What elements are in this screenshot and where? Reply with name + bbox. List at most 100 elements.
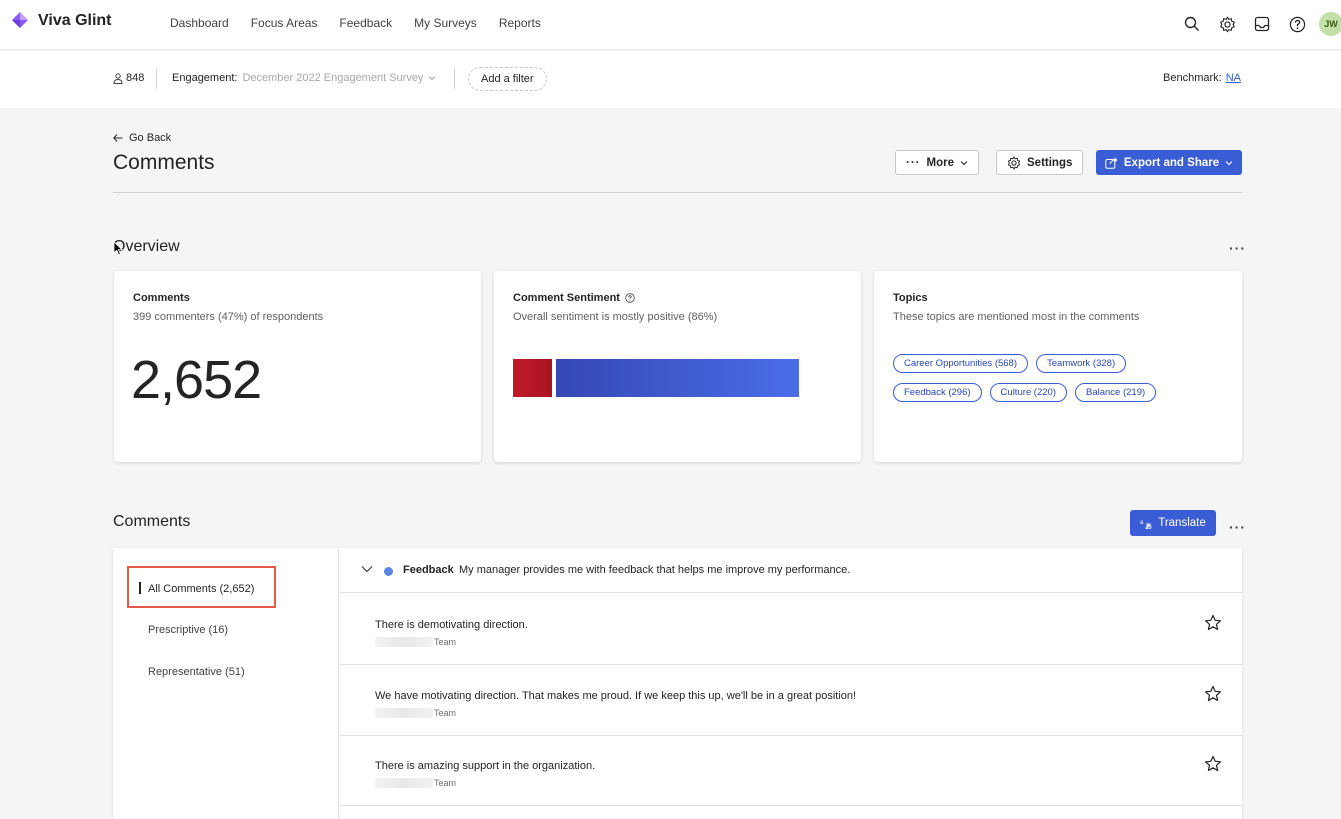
comment-item: There is demotivating direction. Team [340, 594, 1242, 665]
person-icon [113, 72, 123, 84]
sidebar-item-all-comments[interactable]: All Comments (2,652) [148, 583, 254, 595]
arrow-left-icon [113, 134, 123, 142]
top-nav: Viva Glint Dashboard Focus Areas Feedbac… [0, 0, 1341, 50]
topic-chip[interactable]: Teamwork (328) [1036, 354, 1127, 373]
star-icon[interactable] [1204, 614, 1222, 632]
topic-list: Career Opportunities (568) Teamwork (328… [893, 354, 1193, 402]
export-label: Export and Share [1123, 156, 1220, 169]
sidebar-item-representative[interactable]: Representative (51) [148, 666, 245, 678]
page-title: Comments [113, 151, 215, 174]
nav-dashboard[interactable]: Dashboard [170, 16, 229, 30]
redacted-name [375, 708, 433, 718]
chevron-down-icon[interactable] [361, 565, 373, 573]
benchmark-label: Benchmark: [1163, 72, 1222, 84]
question-category: Feedback [403, 564, 454, 576]
translate-icon: aあ [1140, 520, 1152, 529]
gear-icon[interactable] [1217, 14, 1237, 34]
comments-list: Feedback My manager provides me with fee… [340, 548, 1242, 819]
respondent-count-value: 848 [126, 72, 145, 84]
more-button[interactable]: ··· More [895, 150, 979, 175]
help-icon[interactable] [625, 293, 635, 303]
comment-meta: Team [375, 637, 456, 647]
comment-text: We have motivating direction. That makes… [375, 690, 857, 702]
overview-title: Overview [113, 238, 180, 255]
chevron-down-icon [1225, 160, 1233, 165]
comments-section-title: Comments [113, 513, 191, 530]
comments-panel: All Comments (2,652) Prescriptive (16) R… [113, 548, 1242, 819]
redacted-name [375, 637, 433, 647]
go-back-label: Go Back [129, 132, 172, 144]
card-title: Comments [133, 292, 190, 304]
avatar[interactable]: JW [1319, 12, 1341, 36]
comment-text: There is demotivating direction. [375, 619, 528, 631]
mouse-cursor-icon [113, 241, 123, 256]
nav-reports[interactable]: Reports [499, 16, 541, 30]
topic-chip[interactable]: Culture (220) [989, 383, 1067, 402]
card-subtitle: Overall sentiment is mostly positive (86… [513, 311, 718, 323]
nav-feedback[interactable]: Feedback [339, 16, 392, 30]
comment-item: There is amazing support in the organiza… [340, 735, 1242, 806]
respondent-count: 848 [113, 72, 144, 84]
gear-icon [1007, 156, 1021, 169]
sidebar-item-prescriptive[interactable]: Prescriptive (16) [148, 624, 228, 636]
positive-sentiment-segment[interactable] [556, 359, 799, 397]
filter-bar: 848 Engagement: December 2022 Engagement… [0, 51, 1341, 108]
comment-meta: Team [375, 708, 456, 718]
divider [156, 69, 157, 89]
topic-chip[interactable]: Career Opportunities (568) [893, 354, 1028, 373]
comments-total: 2,652 [131, 350, 262, 410]
export-and-share-button[interactable]: Export and Share [1096, 150, 1242, 175]
translate-label: Translate [1158, 517, 1206, 529]
engagement-label: Engagement: [172, 72, 238, 84]
comment-meta: Team [375, 778, 456, 788]
comment-sentiment-card: Comment Sentiment Overall sentiment is m… [494, 271, 861, 462]
redacted-name [375, 778, 433, 788]
chevron-down-icon [429, 76, 436, 81]
ellipsis-icon: ··· [906, 156, 921, 169]
topic-chip[interactable]: Balance (219) [1075, 383, 1157, 402]
comments-count-card: Comments 399 commenters (47%) of respond… [114, 271, 481, 462]
question-text: My manager provides me with feedback tha… [459, 564, 851, 576]
share-icon [1105, 157, 1118, 169]
viva-glint-logo-icon [12, 12, 28, 28]
app-logo[interactable]: Viva Glint [10, 11, 112, 31]
settings-button[interactable]: Settings [996, 150, 1084, 175]
sentiment-bar[interactable] [513, 359, 799, 397]
search-icon[interactable] [1182, 14, 1202, 34]
benchmark: Benchmark: NA [1163, 72, 1241, 84]
go-back-link[interactable]: Go Back [113, 132, 171, 144]
star-icon[interactable] [1204, 685, 1222, 703]
sentiment-title: Comment Sentiment [513, 292, 620, 304]
comments-more-icon[interactable]: ··· [1229, 519, 1246, 535]
nav-my-surveys[interactable]: My Surveys [414, 16, 477, 30]
negative-sentiment-segment[interactable] [513, 359, 552, 397]
svg-text:あ: あ [1145, 521, 1152, 529]
card-subtitle: 399 commenters (47%) of respondents [133, 311, 324, 323]
divider [454, 69, 455, 89]
category-dot [384, 567, 393, 576]
star-icon[interactable] [1204, 755, 1222, 773]
nav-focus-areas[interactable]: Focus Areas [251, 16, 318, 30]
card-subtitle: These topics are mentioned most in the c… [893, 311, 1140, 323]
comment-text: There is amazing support in the organiza… [375, 760, 596, 772]
settings-label: Settings [1027, 156, 1073, 169]
help-icon[interactable] [1287, 14, 1307, 34]
inbox-icon[interactable] [1252, 14, 1272, 34]
chevron-down-icon [960, 160, 968, 165]
more-label: More [926, 156, 954, 169]
engagement-value: December 2022 Engagement Survey [242, 72, 424, 84]
engagement-survey-select[interactable]: Engagement: December 2022 Engagement Sur… [172, 72, 436, 84]
add-filter-button[interactable]: Add a filter [468, 67, 547, 91]
translate-button[interactable]: aあ Translate [1130, 510, 1216, 536]
topics-card: Topics These topics are mentioned most i… [874, 271, 1242, 462]
team-label: Team [434, 778, 457, 788]
topic-chip[interactable]: Feedback (296) [893, 383, 982, 402]
nav-icons: JW [1167, 12, 1341, 36]
comments-filter-sidebar: All Comments (2,652) Prescriptive (16) R… [113, 548, 339, 819]
card-title: Topics [893, 292, 928, 304]
overview-more-icon[interactable]: ··· [1229, 240, 1246, 256]
svg-text:a: a [1140, 520, 1144, 526]
benchmark-link[interactable]: NA [1226, 72, 1241, 84]
question-header[interactable]: Feedback My manager provides me with fee… [340, 548, 1242, 593]
comment-item: We have motivating direction. That makes… [340, 665, 1242, 736]
